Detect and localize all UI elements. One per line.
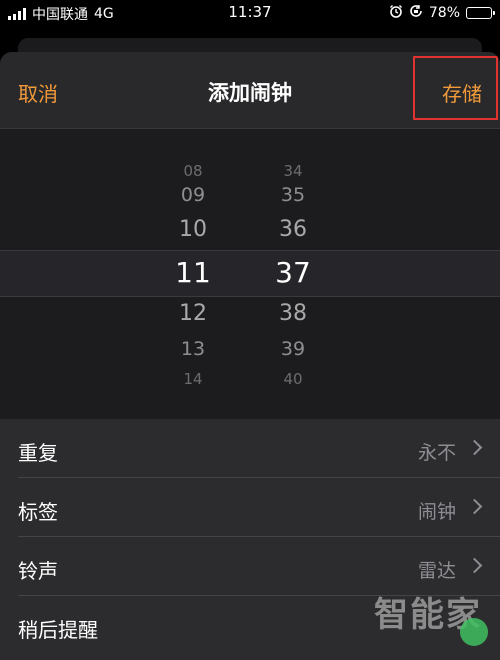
battery-percent: 78% (428, 5, 460, 21)
add-alarm-sheet: 取消 添加闹钟 存储 08 09 10 11 12 13 14 34 35 36 37 38 39 40… (0, 52, 500, 660)
status-bar: 中国联通 4G 11:37 78% (0, 0, 500, 26)
status-right: 78% (389, 4, 495, 22)
chevron-right-icon (466, 498, 483, 515)
hour-value[interactable]: 10 (158, 219, 228, 241)
save-button[interactable]: 存储 (442, 78, 482, 107)
settings-row[interactable]: 标签 闹钟 (0, 478, 500, 537)
settings-row-label: 标签 (18, 500, 58, 524)
nav-bar: 取消 添加闹钟 存储 (0, 52, 500, 129)
time-picker[interactable]: 08 09 10 11 12 13 14 34 35 36 37 38 39 40 (0, 129, 500, 419)
minute-value[interactable]: 38 (258, 303, 328, 325)
hour-value[interactable]: 14 (158, 372, 228, 387)
minute-value[interactable]: 40 (258, 372, 328, 387)
watermark-dot-icon (460, 618, 488, 646)
chevron-right-icon (466, 439, 483, 456)
settings-row-label: 稍后提醒 (18, 618, 98, 642)
hour-value[interactable]: 08 (158, 164, 228, 179)
hour-value[interactable]: 09 (158, 186, 228, 205)
minute-value[interactable]: 37 (258, 259, 328, 287)
minute-value[interactable]: 36 (258, 219, 328, 241)
settings-row-value: 永不 (417, 442, 456, 464)
settings-row-value: 闹钟 (417, 501, 456, 523)
hour-value[interactable]: 12 (158, 303, 228, 325)
settings-row[interactable]: 重复 永不 (0, 419, 500, 478)
battery-icon (466, 7, 495, 19)
picker-selection-band (0, 250, 500, 297)
settings-row-value: 雷达 (417, 560, 456, 582)
hour-value[interactable]: 13 (158, 340, 228, 359)
minute-value[interactable]: 39 (258, 340, 328, 359)
minute-value[interactable]: 34 (258, 164, 328, 179)
settings-row-label: 铃声 (18, 559, 58, 583)
alarm-icon (389, 4, 403, 22)
rotation-lock-icon (409, 4, 423, 22)
chevron-right-icon (466, 557, 483, 574)
settings-row-label: 重复 (18, 441, 58, 465)
hour-value[interactable]: 11 (158, 259, 228, 287)
minute-value[interactable]: 35 (258, 186, 328, 205)
page-title: 添加闹钟 (208, 81, 292, 105)
